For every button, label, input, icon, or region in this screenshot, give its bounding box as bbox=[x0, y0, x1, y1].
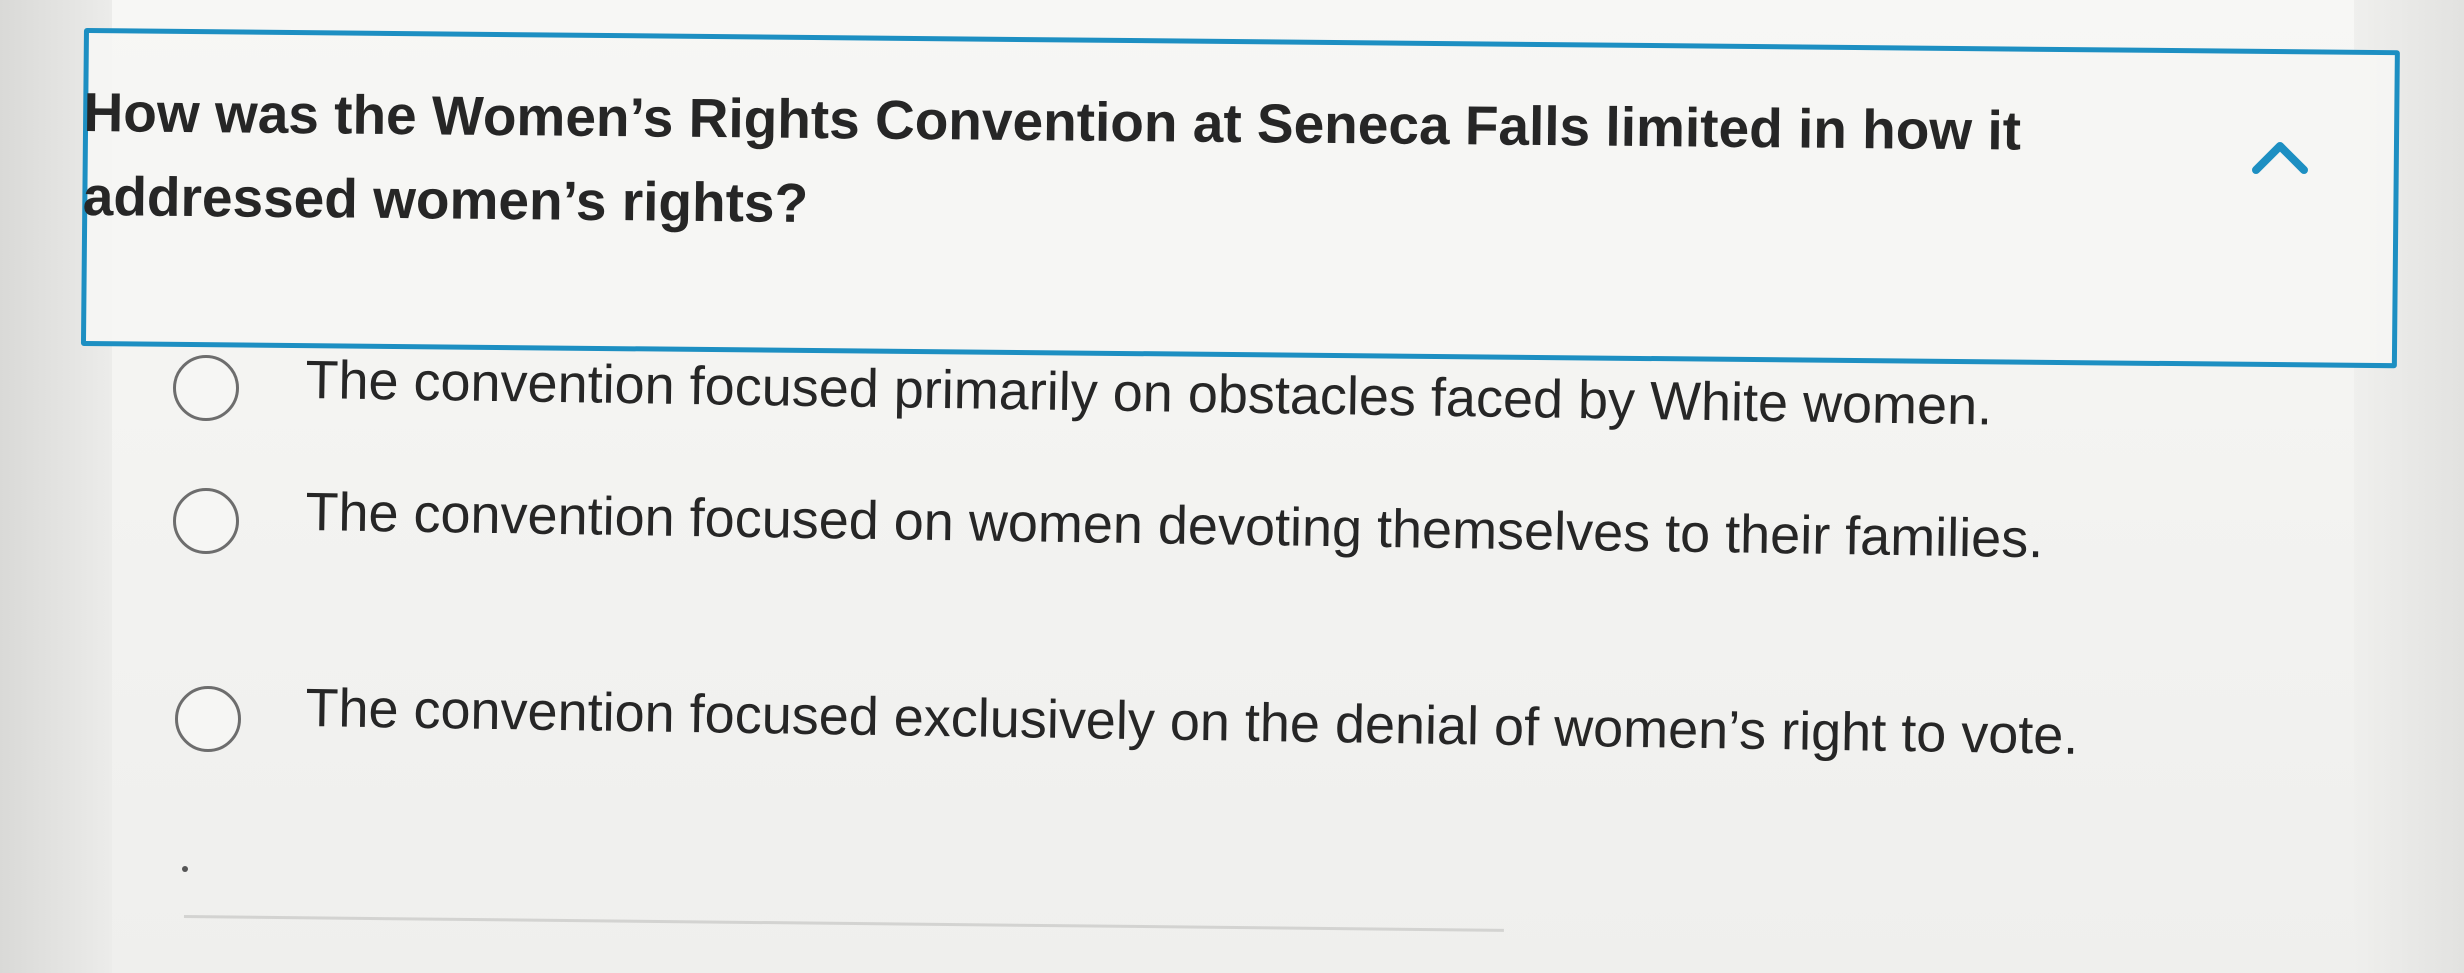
chevron-up-icon bbox=[2252, 142, 2308, 174]
radio-button-1[interactable] bbox=[173, 355, 239, 421]
collapse-button[interactable] bbox=[2240, 128, 2320, 188]
stray-mark bbox=[182, 866, 188, 872]
radio-button-3[interactable] bbox=[175, 686, 241, 752]
question-text: How was the Women’s Rights Convention at… bbox=[82, 80, 2022, 234]
radio-button-2[interactable] bbox=[173, 488, 239, 554]
